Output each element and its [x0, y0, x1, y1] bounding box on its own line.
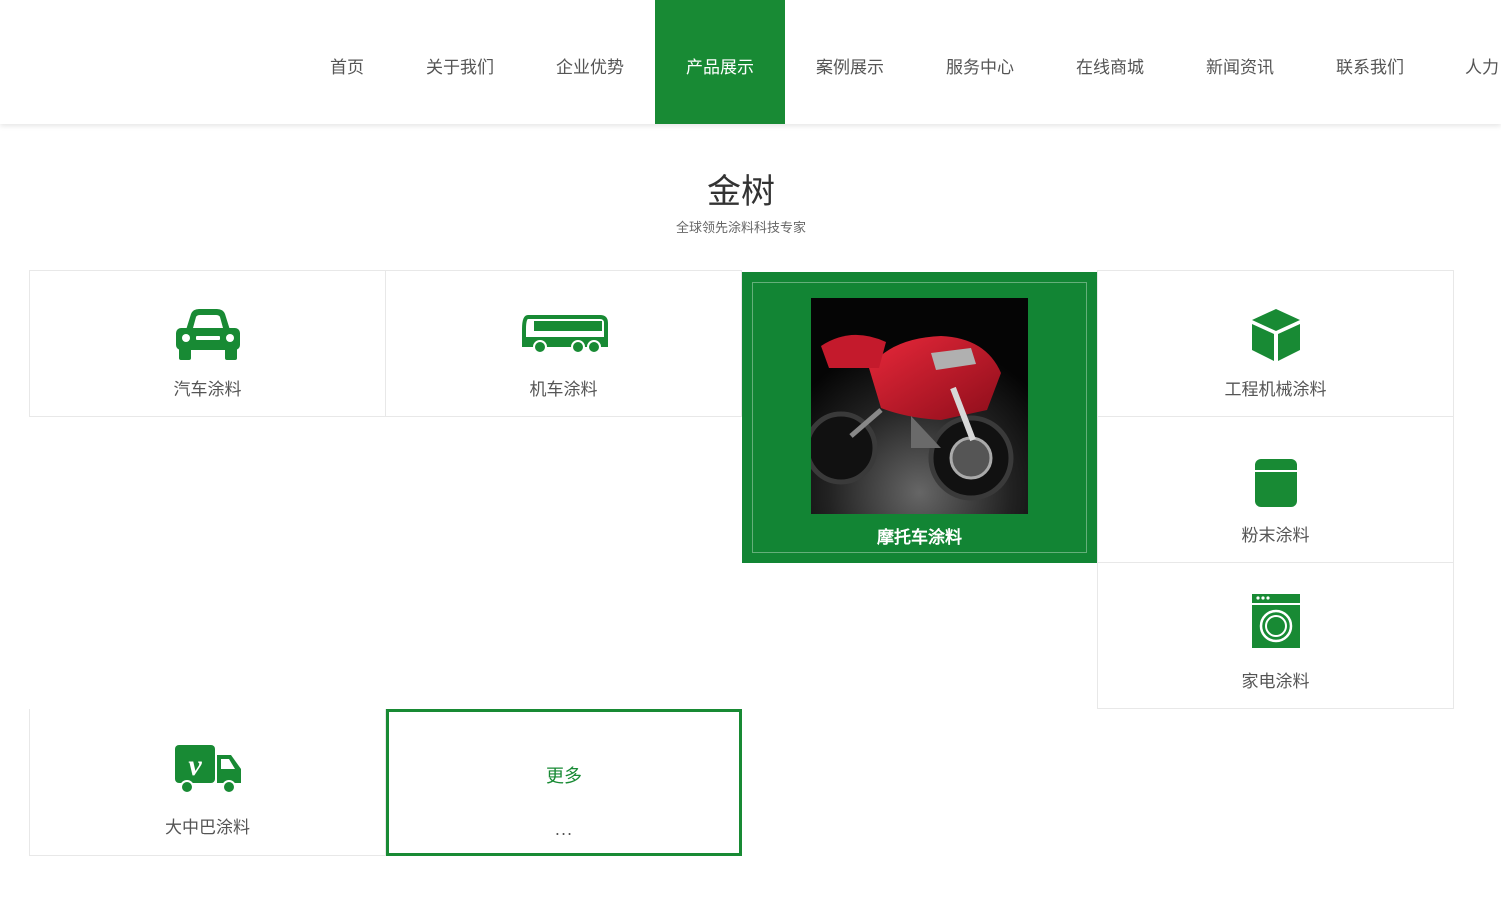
- container-icon: [1254, 459, 1297, 507]
- product-machinery-coating[interactable]: 工程机械涂料: [1097, 270, 1454, 417]
- more-button[interactable]: 更多 ...: [386, 709, 742, 856]
- car-icon: [175, 309, 240, 360]
- nav-item-cases[interactable]: 案例展示: [785, 0, 915, 124]
- product-label: 汽车涂料: [173, 380, 242, 400]
- more-label: 更多: [546, 766, 582, 787]
- product-label: 机车涂料: [529, 380, 598, 400]
- product-bus-coating[interactable]: 机车涂料: [385, 270, 742, 417]
- section-title: 金树: [707, 172, 775, 212]
- product-label: 大中巴涂料: [165, 818, 250, 838]
- nav-item-home[interactable]: 首页: [282, 0, 412, 124]
- nav-item-shop[interactable]: 在线商城: [1045, 0, 1175, 124]
- bus-icon: [521, 315, 608, 354]
- cube-icon: [1251, 309, 1300, 361]
- nav-item-news[interactable]: 新闻资讯: [1175, 0, 1305, 124]
- nav-item-hr[interactable]: 人力: [1435, 0, 1501, 124]
- truck-icon: v: [174, 745, 241, 794]
- product-car-coating[interactable]: 汽车涂料: [29, 270, 386, 417]
- nav-item-contact[interactable]: 联系我们: [1305, 0, 1435, 124]
- nav-item-advantages[interactable]: 企业优势: [525, 0, 655, 124]
- product-truck-coating[interactable]: v 大中巴涂料: [29, 709, 386, 856]
- nav-item-service[interactable]: 服务中心: [915, 0, 1045, 124]
- product-label: 工程机械涂料: [1224, 380, 1327, 400]
- nav-item-products[interactable]: 产品展示: [655, 0, 785, 124]
- washing-machine-icon: [1251, 594, 1300, 648]
- product-label: 粉末涂料: [1241, 526, 1310, 546]
- motorcycle-photo: [811, 298, 1028, 514]
- svg-text:v: v: [188, 749, 202, 782]
- top-nav: 首页 关于我们 企业优势 产品展示 案例展示 服务中心 在线商城 新闻资讯 联系…: [0, 0, 1501, 124]
- section-subtitle: 全球领先涂料科技专家: [675, 221, 806, 236]
- product-label: 家电涂料: [1241, 672, 1310, 692]
- featured-product-label: 摩托车涂料: [877, 528, 962, 548]
- nav-item-about[interactable]: 关于我们: [395, 0, 525, 124]
- product-powder-coating[interactable]: 粉末涂料: [1097, 416, 1454, 563]
- product-motorcycle-coating[interactable]: 摩托车涂料: [742, 272, 1097, 563]
- more-ellipsis: ...: [554, 820, 574, 839]
- product-appliance-coating[interactable]: 家电涂料: [1097, 562, 1454, 709]
